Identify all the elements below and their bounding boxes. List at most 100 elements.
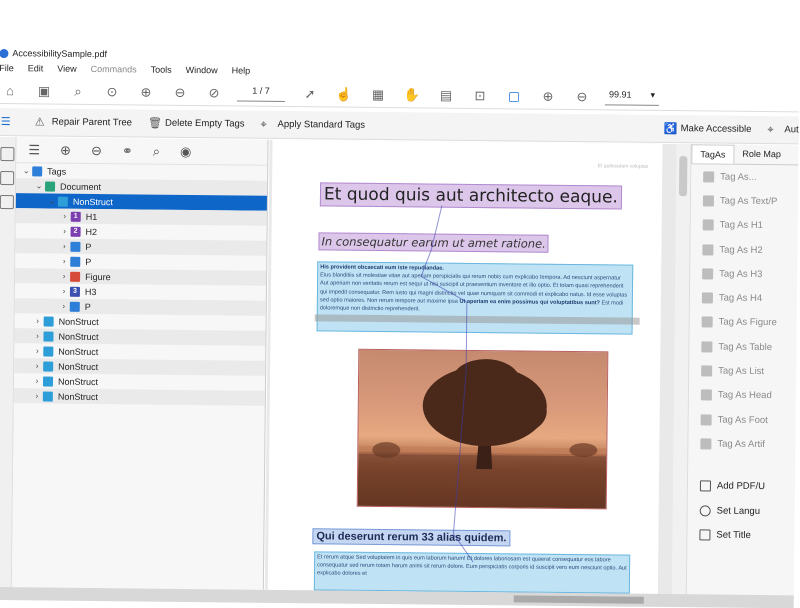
tag-as-item[interactable]: Tag As List xyxy=(689,359,796,384)
chevron-right-icon[interactable]: › xyxy=(31,361,43,370)
make-accessible-label: Make Accessible xyxy=(680,123,752,135)
zoom-out-icon[interactable]: ⊖ xyxy=(571,85,593,107)
add-pdf-ua-button[interactable]: Add PDF/U xyxy=(688,474,795,499)
chevron-right-icon[interactable]: › xyxy=(31,391,43,400)
set-language-button[interactable]: Set Langu xyxy=(688,498,795,523)
tags-panel: ☰ ⊕ ⊖ ⚭ ⌕ ◉ ⌄ Tags ⌄ Document ⌄ NonStruct › 1 H1… xyxy=(11,137,269,590)
p-tag-icon xyxy=(70,256,81,267)
chevron-right-icon[interactable]: › xyxy=(31,346,43,355)
menu-tools[interactable]: Tools xyxy=(151,65,172,75)
page-number-field[interactable]: 1 / 7 xyxy=(236,84,286,102)
chevron-right-icon[interactable]: › xyxy=(58,242,70,251)
tag-as-item[interactable]: Tag As Table xyxy=(689,334,796,359)
menu-file[interactable]: File xyxy=(0,63,14,73)
prev-page-icon[interactable]: ⊖ xyxy=(169,81,191,103)
menu-view[interactable]: View xyxy=(57,64,76,74)
zoom-in-icon[interactable]: ⊕ xyxy=(537,85,559,107)
right-panel-tabs: TagAs Role Map xyxy=(691,144,799,166)
tag-type-icon xyxy=(702,268,714,280)
tag-as-item[interactable]: Tag As Foot xyxy=(689,407,796,432)
tree-row-label: NonStruct xyxy=(57,376,99,387)
panel-toggle-icon[interactable]: ☰ xyxy=(1,116,13,128)
chevron-right-icon[interactable]: › xyxy=(32,316,44,325)
tag-as-item[interactable]: Tag As Text/P xyxy=(691,189,798,214)
tag-as-item[interactable]: Tag As... xyxy=(691,164,798,189)
tag-as-item[interactable]: Tag As H2 xyxy=(690,237,797,262)
tag-as-item[interactable]: Tag As Figure xyxy=(690,310,797,335)
form-icon[interactable]: ▤ xyxy=(435,84,457,106)
set-title-button[interactable]: Set Title xyxy=(687,522,794,547)
scroll-thumb[interactable] xyxy=(678,156,688,197)
pages-icon[interactable] xyxy=(0,147,15,162)
qr-code-icon[interactable]: ▦ xyxy=(367,83,389,105)
delete-empty-tags-button[interactable]: 🗑 Delete Empty Tags xyxy=(148,117,245,130)
heading-h1-tag[interactable]: Et quod quis aut architecto eaque. xyxy=(319,182,622,210)
repair-parent-tree-button[interactable]: ⚠ Repair Parent Tree xyxy=(35,116,132,129)
heading-h2-tag[interactable]: In consequatur earum ut amet ratione. xyxy=(318,232,549,253)
tab-tagas[interactable]: TagAs xyxy=(691,144,735,164)
tree-row-label: Figure xyxy=(85,271,111,282)
zoom-fit-icon[interactable]: ⊡ xyxy=(469,84,491,106)
tag-as-label: Tag As List xyxy=(718,365,765,378)
eye-icon[interactable]: ◉ xyxy=(180,143,192,159)
apply-standard-tags-button[interactable]: ⌖ Apply Standard Tags xyxy=(260,118,365,131)
tag-as-label: Tag As... xyxy=(720,171,757,183)
make-accessible-button[interactable]: ♿ Make Accessible xyxy=(664,122,752,135)
tags-tree: ⌄ Tags ⌄ Document ⌄ NonStruct › 1 H1 › 2 H2 › P › P › Fig… xyxy=(13,163,268,406)
add-tag-icon[interactable]: ⊕ xyxy=(60,142,71,158)
bookmarks-icon[interactable] xyxy=(0,171,15,186)
chevron-right-icon[interactable]: › xyxy=(58,257,70,266)
heading-h3-tag[interactable]: Qui deserunt rerum 33 alias quidem. xyxy=(312,528,511,547)
chevron-down-icon[interactable]: ⌄ xyxy=(20,166,32,175)
home-icon[interactable]: ⌂ xyxy=(0,79,21,101)
globe-icon xyxy=(699,504,711,516)
chevron-right-icon[interactable]: › xyxy=(31,331,43,340)
p-tag-icon xyxy=(70,241,81,252)
tag-as-item[interactable]: Tag As H1 xyxy=(691,213,798,238)
link-icon[interactable]: ⚭ xyxy=(122,143,133,159)
figure-tag-image[interactable] xyxy=(356,348,609,510)
hand-tool-icon[interactable]: ✋ xyxy=(401,84,423,106)
tag-as-label: Tag As Text/P xyxy=(719,195,778,208)
chevron-right-icon[interactable]: › xyxy=(58,302,70,311)
menu-edit[interactable]: Edit xyxy=(28,63,44,73)
chevron-right-icon[interactable]: › xyxy=(58,287,70,296)
chevron-down-icon[interactable]: ⌄ xyxy=(46,196,58,206)
paragraph-tag-2[interactable]: Et rerum atque Sed voluptatem in quis eu… xyxy=(313,551,631,594)
first-page-icon[interactable]: ⊙ xyxy=(101,81,123,103)
zoom-dropdown[interactable]: 99.91 ▾ xyxy=(604,88,660,106)
collapse-list-icon[interactable]: ☰ xyxy=(28,142,40,158)
layers-icon[interactable] xyxy=(0,195,14,210)
tab-role-map[interactable]: Role Map xyxy=(734,145,789,165)
menu-help[interactable]: Help xyxy=(232,65,251,75)
touch-reading-icon[interactable]: ☝ xyxy=(333,83,355,105)
last-page-icon[interactable]: ⊘ xyxy=(203,82,225,104)
menu-window[interactable]: Window xyxy=(186,65,218,75)
tree-row-label: Document xyxy=(60,181,102,192)
search-icon[interactable]: ⌕ xyxy=(153,143,160,159)
tag-type-icon xyxy=(702,219,714,231)
tag-as-item[interactable]: Tag As H3 xyxy=(690,261,797,286)
chevron-down-icon[interactable]: ⌄ xyxy=(33,181,45,190)
document-area: Et quibusdam voluptas Et quod quis aut a… xyxy=(264,139,690,595)
tag-as-item[interactable]: Tag As Artif xyxy=(688,431,795,456)
auto-tag-button[interactable]: ⌖ Aut xyxy=(767,124,798,136)
tag-as-label: Tag As H3 xyxy=(719,268,763,280)
auto-label: Aut xyxy=(784,124,799,136)
tags-panel-toolbar: ☰ ⊕ ⊖ ⚭ ⌕ ◉ xyxy=(16,137,268,166)
select-arrow-icon[interactable]: ➚ xyxy=(299,83,321,105)
next-page-icon[interactable]: ⊕ xyxy=(135,81,157,103)
page-view-icon[interactable]: ▢ xyxy=(503,85,525,107)
chevron-right-icon[interactable]: › xyxy=(31,376,43,385)
chevron-right-icon[interactable]: › xyxy=(58,272,70,281)
remove-tag-icon[interactable]: ⊖ xyxy=(91,142,102,158)
search-icon[interactable]: ⌕ xyxy=(67,80,89,102)
tag-as-label: Tag As H1 xyxy=(719,219,764,232)
save-icon[interactable]: ▣ xyxy=(33,80,55,102)
menu-commands[interactable]: Commands xyxy=(91,64,137,74)
chevron-right-icon[interactable]: › xyxy=(59,227,71,236)
tag-as-item[interactable]: Tag As Head xyxy=(689,383,796,408)
tree-row-nonstruct[interactable]: › NonStruct xyxy=(13,388,265,406)
tag-as-item[interactable]: Tag As H4 xyxy=(690,286,797,311)
chevron-right-icon[interactable]: › xyxy=(59,212,71,221)
